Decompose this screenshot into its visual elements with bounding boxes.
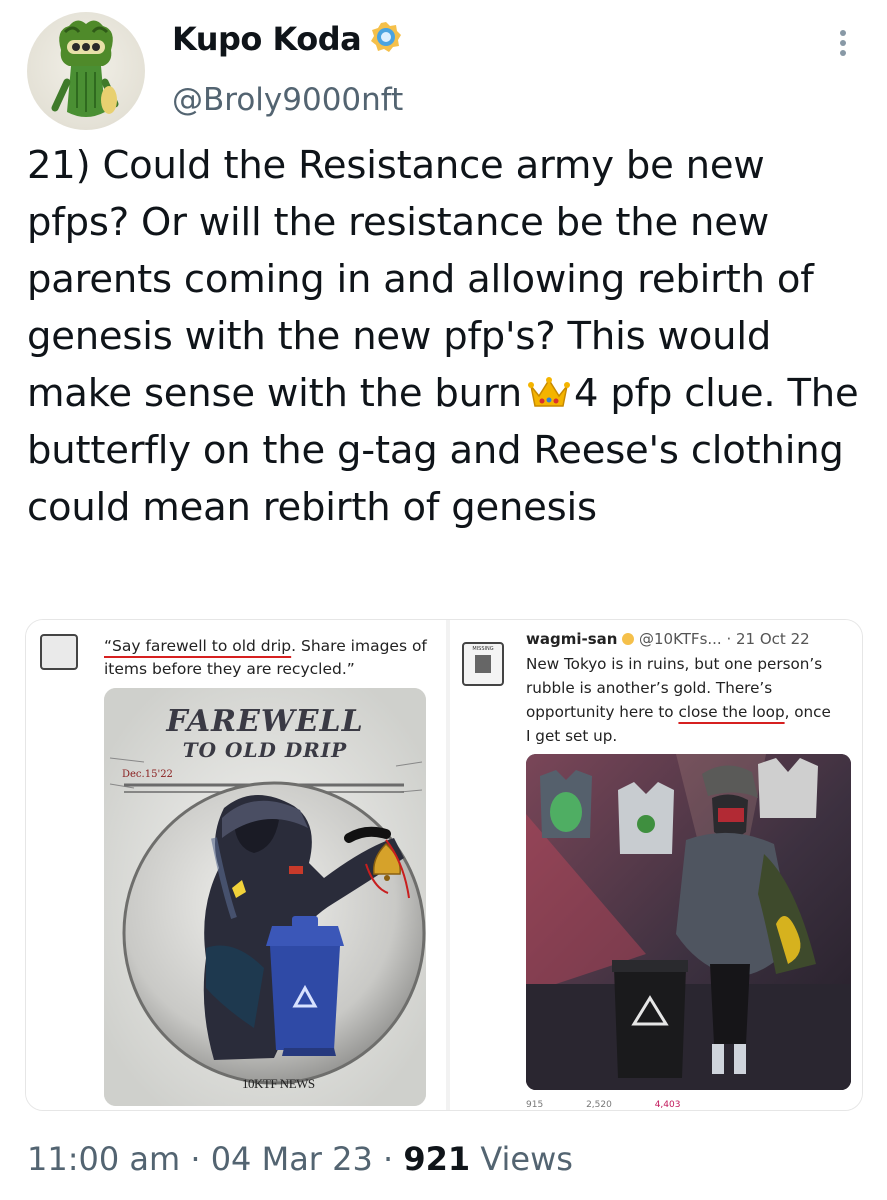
right-quoted-handle: @10KTFs... (639, 630, 722, 648)
retweet-stat: 2,520 (586, 1100, 612, 1110)
right-line3-after: , once (784, 703, 831, 721)
author-display-name[interactable]: Kupo Koda (172, 20, 362, 58)
farewell-poster: FAREWELL TO OLD DRIP Dec.15'22 10KTF NEW… (104, 688, 426, 1106)
right-line1: New Tokyo is in ruins, but one person’s (526, 655, 823, 673)
reply-stat: 915 (526, 1100, 544, 1110)
meta-separator: · (383, 1140, 394, 1178)
left-quote-rest: . Share images of (291, 637, 427, 655)
right-line3-underlined: close the loop (678, 703, 785, 721)
poster-title-line1: FAREWELL (166, 704, 364, 739)
resistance-artwork (526, 754, 851, 1090)
views-label[interactable]: Views (480, 1140, 573, 1178)
author-handle[interactable]: @Broly9000nft (172, 82, 403, 118)
tweet-media[interactable]: “Say farewell to old drip. Share images … (25, 619, 863, 1111)
left-quote-line1: “Say farewell to old drip. Share images … (104, 637, 427, 655)
quoted-avatar-left (40, 634, 78, 670)
right-quoted-name: wagmi-san (526, 630, 618, 648)
right-line3: opportunity here to close the loop, once (526, 703, 831, 721)
left-quote-line2: items before they are recycled.” (104, 660, 355, 678)
avatar-image (51, 20, 119, 117)
verified-small-icon (622, 633, 635, 645)
right-quoted-header: wagmi-san @10KTFs... · 21 Oct 22 (526, 630, 810, 648)
poster-footer: 10KTF NEWS (242, 1076, 315, 1091)
tweet-text: 21) Could the Resistance army be new pfp… (27, 137, 867, 536)
right-stats-row: 915 2,520 4,403 (526, 1100, 680, 1110)
avatar-missing-label: MISSING (472, 646, 494, 652)
quoted-avatar-right: MISSING (462, 642, 504, 686)
tweet-date[interactable]: 04 Mar 23 (211, 1140, 373, 1178)
tweet-meta: 11:00 am · 04 Mar 23 · 921 Views (27, 1140, 573, 1178)
right-line3-before: opportunity here to (526, 703, 679, 721)
meta-separator: · (190, 1140, 201, 1178)
more-options-icon[interactable] (830, 28, 856, 58)
right-line2: rubble is another’s gold. There’s (526, 679, 773, 697)
like-stat: 4,403 (654, 1100, 681, 1110)
right-line4: I get set up. (526, 727, 618, 745)
left-quote-underlined: “Say farewell to old drip (104, 637, 292, 655)
verified-badge-icon (369, 20, 403, 58)
crown-icon (528, 369, 571, 407)
media-image-right[interactable]: MISSING wagmi-san @10KTFs... · 21 Oct 22… (450, 620, 862, 1110)
media-image-left[interactable]: “Say farewell to old drip. Share images … (26, 620, 446, 1110)
poster-title-line2: TO OLD DRIP (182, 738, 348, 762)
right-quoted-date: · 21 Oct 22 (726, 630, 810, 648)
avatar-portrait-icon (475, 655, 491, 673)
tweet-time[interactable]: 11:00 am (27, 1140, 180, 1178)
author-avatar[interactable] (27, 12, 145, 130)
poster-date: Dec.15'22 (122, 769, 173, 780)
views-count: 921 (403, 1140, 471, 1178)
